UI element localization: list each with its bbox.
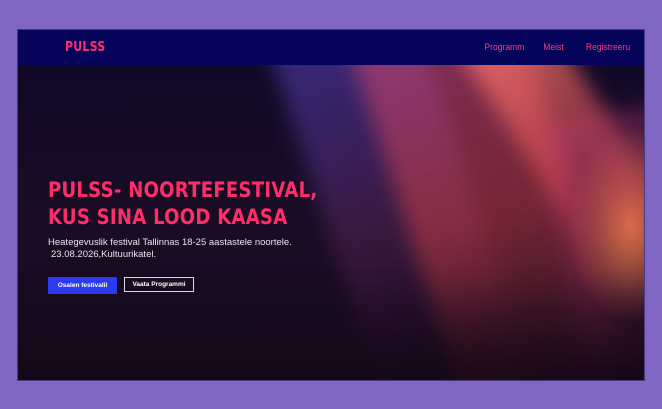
nav-link-meist[interactable]: Meist	[543, 42, 563, 53]
hero-description-line: Heategevuslik festival Tallinnas 18-25 a…	[48, 237, 292, 248]
view-program-button[interactable]: Vaata Programmi	[124, 277, 194, 292]
nav-link-registreeru[interactable]: Registreeru	[586, 42, 630, 53]
hero-content: PULSS- NOORTEFESTIVAL, KUS SINA LOOD KAA…	[48, 177, 388, 294]
join-festival-button[interactable]: Osalen festivalil	[48, 277, 117, 294]
hero-description: Heategevuslik festival Tallinnas 18-25 a…	[48, 237, 348, 261]
nav-links: Programm Meist Registreeru	[480, 42, 630, 53]
hero-section: PULSS- NOORTEFESTIVAL, KUS SINA LOOD KAA…	[18, 30, 644, 380]
top-navbar: PULSS Programm Meist Registreeru	[18, 30, 644, 65]
nav-link-programm[interactable]: Programm	[484, 42, 524, 53]
hero-description-line: 23.08.2026,Kultuurikatel.	[51, 249, 157, 260]
site-logo[interactable]: PULSS	[65, 40, 105, 55]
hero-title: PULSS- NOORTEFESTIVAL, KUS SINA LOOD KAA…	[48, 178, 318, 229]
browser-viewport: PULSS Programm Meist Registreeru PULSS- …	[18, 30, 644, 380]
hero-buttons: Osalen festivalil Vaata Programmi	[48, 277, 388, 294]
